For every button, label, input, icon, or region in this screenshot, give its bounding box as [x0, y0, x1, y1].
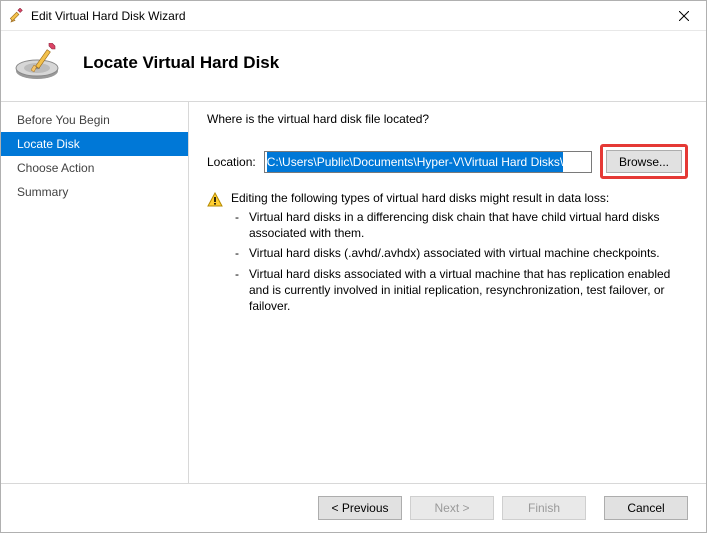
step-summary[interactable]: Summary: [1, 180, 188, 204]
page-title: Locate Virtual Hard Disk: [83, 53, 279, 73]
warning-block: Editing the following types of virtual h…: [207, 191, 688, 318]
warning-icon: [207, 192, 223, 208]
warning-item: Virtual hard disks in a differencing dis…: [249, 209, 688, 241]
warning-item: Virtual hard disks associated with a vir…: [249, 266, 688, 315]
location-input[interactable]: C:\Users\Public\Documents\Hyper-V\Virtua…: [264, 151, 592, 173]
step-sidebar: Before You Begin Locate Disk Choose Acti…: [1, 102, 189, 483]
location-row: Location: C:\Users\Public\Documents\Hype…: [207, 144, 688, 179]
warning-intro: Editing the following types of virtual h…: [231, 191, 688, 205]
wizard-content: Where is the virtual hard disk file loca…: [189, 102, 706, 483]
location-label: Location:: [207, 155, 256, 169]
next-button[interactable]: Next >: [410, 496, 494, 520]
warning-text: Editing the following types of virtual h…: [231, 191, 688, 318]
wizard-body: Before You Begin Locate Disk Choose Acti…: [1, 101, 706, 484]
finish-button[interactable]: Finish: [502, 496, 586, 520]
step-locate-disk[interactable]: Locate Disk: [1, 132, 188, 156]
wizard-footer: < Previous Next > Finish Cancel: [1, 484, 706, 532]
warning-list: Virtual hard disks in a differencing dis…: [231, 209, 688, 314]
app-icon: [9, 8, 25, 24]
location-value: C:\Users\Public\Documents\Hyper-V\Virtua…: [267, 152, 564, 172]
window-title: Edit Virtual Hard Disk Wizard: [31, 9, 661, 23]
hard-disk-icon: [15, 43, 65, 83]
cancel-button[interactable]: Cancel: [604, 496, 688, 520]
content-question: Where is the virtual hard disk file loca…: [207, 112, 688, 126]
browse-highlight: Browse...: [600, 144, 688, 179]
close-icon: [679, 11, 689, 21]
close-button[interactable]: [661, 1, 706, 30]
previous-button[interactable]: < Previous: [318, 496, 402, 520]
wizard-window: Edit Virtual Hard Disk Wizard Locate Vir…: [0, 0, 707, 533]
step-before-you-begin[interactable]: Before You Begin: [1, 108, 188, 132]
warning-item: Virtual hard disks (.avhd/.avhdx) associ…: [249, 245, 688, 261]
browse-button[interactable]: Browse...: [606, 150, 682, 173]
titlebar: Edit Virtual Hard Disk Wizard: [1, 1, 706, 31]
wizard-header: Locate Virtual Hard Disk: [1, 31, 706, 101]
step-choose-action[interactable]: Choose Action: [1, 156, 188, 180]
